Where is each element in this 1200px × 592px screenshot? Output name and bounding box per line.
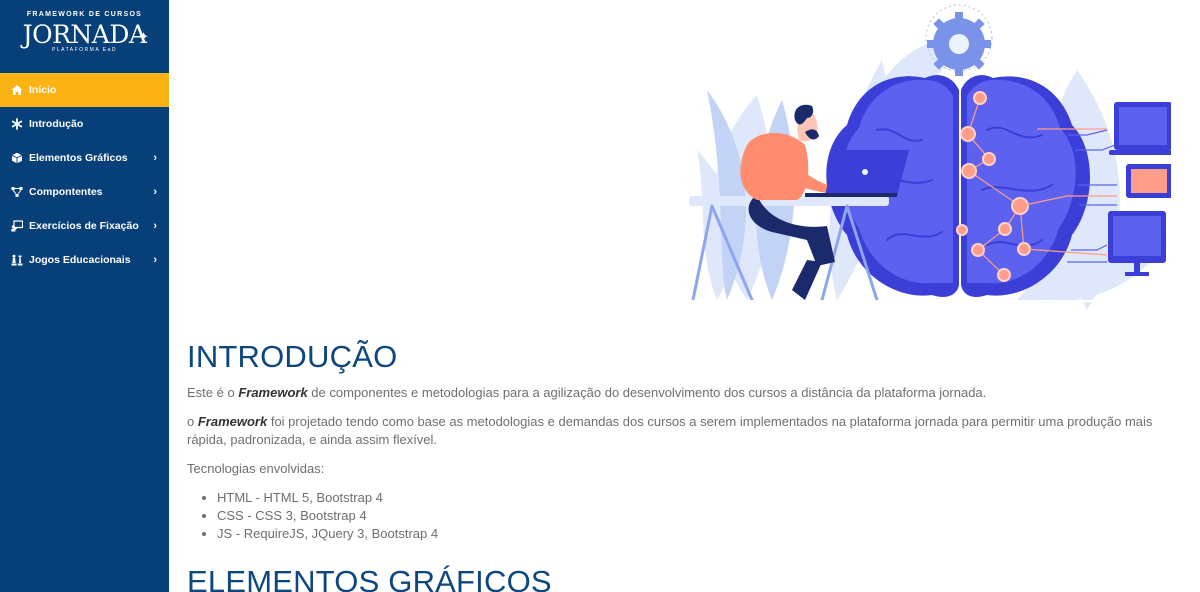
sidebar-item-label: Exercícios de Fixação <box>29 220 139 232</box>
home-icon <box>11 84 23 96</box>
sidebar-item-label: Introdução <box>29 118 84 130</box>
logo[interactable]: FRAMEWORK DE CURSOS JORNADA ✦ PLATAFORMA… <box>0 0 169 72</box>
exercise-icon <box>11 220 23 232</box>
framework-emphasis: Framework <box>197 414 268 429</box>
asterisk-icon <box>11 118 23 130</box>
sidebar-item-introducao[interactable]: Introdução <box>0 107 169 141</box>
nodes-icon <box>11 186 23 198</box>
intro-section: INTRODUÇÃO Este é o Framework de compone… <box>187 338 1177 592</box>
sidebar-item-label: Início <box>29 84 57 96</box>
sidebar-item-label: Compontentes <box>29 186 103 198</box>
sidebar-item-elementos-graficos[interactable]: Elementos Gráficos › <box>0 141 169 175</box>
chess-icon <box>11 254 23 266</box>
section-title-elementos-graficos: ELEMENTOS GRÁFICOS <box>187 564 552 592</box>
framework-emphasis: Framework <box>238 385 308 400</box>
tech-label: Tecnologias envolvidas: <box>187 461 325 476</box>
main-content: INTRODUÇÃO Este é o Framework de compone… <box>169 0 1200 592</box>
sidebar: FRAMEWORK DE CURSOS JORNADA ✦ PLATAFORMA… <box>0 0 169 592</box>
chevron-right-icon: › <box>153 220 157 232</box>
hero-illustration <box>687 4 1171 310</box>
text-span: de componentes e metodologias para a agi… <box>307 385 987 400</box>
sidebar-item-exercicios[interactable]: Exercícios de Fixação › <box>0 209 169 243</box>
sidebar-menu: Início Introdução Elementos Gráficos › C… <box>0 73 169 277</box>
chevron-right-icon: › <box>153 254 157 266</box>
intro-paragraph-1: Este é o Framework de componentes e meto… <box>187 384 1177 402</box>
sidebar-item-label: Elementos Gráficos <box>29 152 128 164</box>
chevron-right-icon: › <box>153 152 157 164</box>
logo-subtitle: PLATAFORMA EaD <box>52 47 117 53</box>
logo-tagline: FRAMEWORK DE CURSOS <box>26 11 143 18</box>
tech-list: HTML - HTML 5, Bootstrap 4 CSS - CSS 3, … <box>217 489 1177 543</box>
sidebar-item-jogos[interactable]: Jogos Educacionais › <box>0 243 169 277</box>
star-icon: ✦ <box>138 29 149 44</box>
text-span: foi projetado tendo como base as metodol… <box>187 414 1153 447</box>
chevron-right-icon: › <box>153 186 157 198</box>
cube-icon <box>11 152 23 164</box>
sidebar-item-componentes[interactable]: Compontentes › <box>0 175 169 209</box>
intro-paragraph-2: o Framework foi projetado tendo como bas… <box>187 413 1177 449</box>
list-item: JS - RequireJS, JQuery 3, Bootstrap 4 <box>217 525 1177 543</box>
sidebar-item-inicio[interactable]: Início <box>0 73 169 107</box>
text-span: o <box>187 414 198 429</box>
list-item: HTML - HTML 5, Bootstrap 4 <box>217 489 1177 507</box>
section-title-introducao: INTRODUÇÃO <box>187 339 398 374</box>
sidebar-item-label: Jogos Educacionais <box>29 254 131 266</box>
text-span: Este é o <box>187 385 239 400</box>
list-item: CSS - CSS 3, Bootstrap 4 <box>217 507 1177 525</box>
